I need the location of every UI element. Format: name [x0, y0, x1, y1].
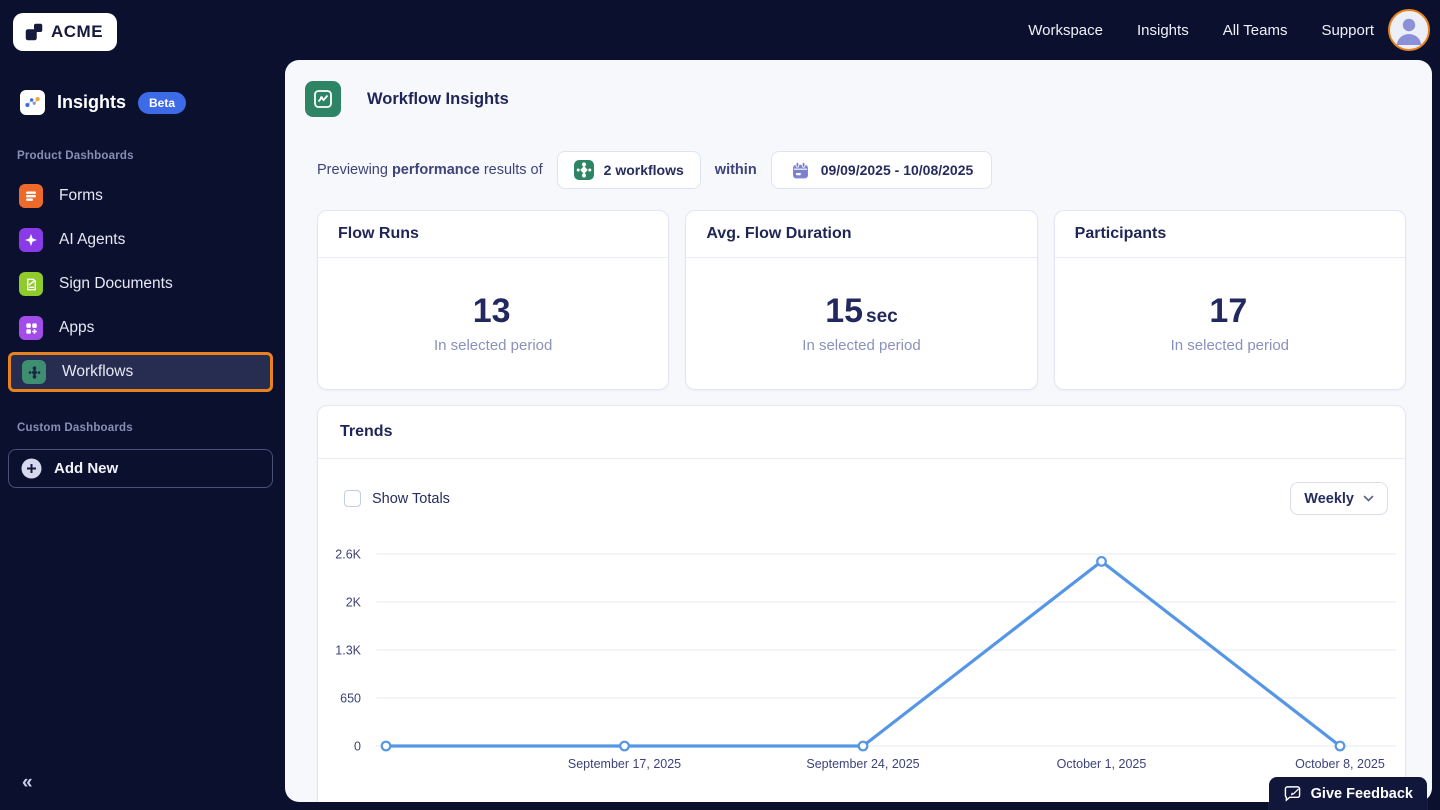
svg-text:October 1, 2025: October 1, 2025 [1057, 757, 1147, 771]
interval-value: Weekly [1304, 490, 1354, 507]
filter-row: Previewing performance results of 2 work… [317, 150, 993, 190]
stat-card-avg-flow-duration: Avg. Flow Duration 15 sec In selected per… [685, 210, 1038, 390]
workflows-chip-label: 2 workflows [603, 162, 684, 178]
sidebar-item-label: Apps [59, 319, 95, 336]
svg-text:October 8, 2025: October 8, 2025 [1295, 757, 1385, 771]
stat-caption: In selected period [1170, 337, 1290, 354]
workflows-chip-icon [573, 160, 594, 180]
line-chart-svg: 0 650 1.3K 2K 2.6K September 17, 2025 Septembe… [335, 548, 1396, 771]
give-feedback-label: Give Feedback [1310, 785, 1413, 802]
stat-card-participants: Participants 17 In selected period [1053, 210, 1406, 390]
stat-value: 13 [472, 292, 511, 330]
add-new-label: Add New [54, 460, 119, 477]
section-label-product-dashboards: Product Dashboards [17, 150, 134, 162]
give-feedback-button[interactable]: Give Feedback [1268, 777, 1427, 810]
insights-scatter-icon [20, 90, 45, 115]
svg-text:1.3K: 1.3K [335, 644, 361, 658]
stat-value: 17 [1209, 292, 1248, 330]
sidebar-item-apps[interactable]: Apps [8, 308, 273, 348]
apps-icon [19, 316, 43, 340]
stat-card-title: Participants [1054, 211, 1405, 258]
svg-text:September 17, 2025: September 17, 2025 [568, 757, 681, 771]
stat-card-title: Avg. Flow Duration [686, 211, 1037, 258]
show-totals-toggle[interactable]: Show Totals [344, 490, 450, 507]
stat-caption: In selected period [802, 337, 921, 354]
forms-icon [19, 184, 43, 208]
page-header: Workflow Insights [305, 81, 509, 117]
beta-badge: Beta [138, 91, 187, 114]
app-title: Insights [57, 92, 127, 112]
trends-line-chart: 0 650 1.3K 2K 2.6K September 17, 2025 Septembe… [318, 541, 1407, 781]
sidebar: ACME Insights Beta Product Dashboards Fo… [0, 0, 285, 810]
trends-card: Trends Show Totals Weekly 0 650 1.3K 2K 2.6K… [317, 405, 1406, 802]
sidebar-item-label: Workflows [62, 363, 134, 380]
svg-text:0: 0 [354, 740, 361, 754]
filter-description: Previewing performance results of [317, 162, 543, 178]
workflow-insights-icon [305, 81, 341, 117]
page-title: Workflow Insights [367, 89, 509, 108]
svg-text:September 24, 2025: September 24, 2025 [806, 757, 919, 771]
show-totals-label: Show Totals [372, 490, 450, 507]
svg-text:2.6K: 2.6K [335, 548, 361, 562]
calendar-icon [790, 160, 811, 181]
nav-support[interactable]: Support [1321, 22, 1374, 39]
date-range-label: 09/09/2025 - 10/08/2025 [820, 162, 974, 178]
workflows-icon [22, 360, 46, 384]
add-new-button[interactable]: Add New [8, 449, 273, 488]
workflows-selector-chip[interactable]: 2 workflows [556, 151, 701, 189]
avatar[interactable] [1388, 9, 1430, 51]
stat-caption: In selected period [433, 337, 553, 354]
stat-value: 15 sec [825, 292, 898, 330]
topbar: Workspace Insights All Teams Support [0, 0, 1440, 60]
sidebar-item-ai-agents[interactable]: AI Agents [8, 220, 273, 260]
sidebar-item-label: Forms [59, 187, 103, 204]
ai-agents-icon [19, 228, 43, 252]
svg-text:650: 650 [340, 692, 361, 706]
sidebar-item-workflows[interactable]: Workflows [8, 352, 273, 392]
sidebar-item-label: Sign Documents [59, 275, 173, 292]
insights-app-header: Insights Beta [20, 90, 187, 115]
interval-dropdown[interactable]: Weekly [1290, 482, 1388, 515]
nav-insights[interactable]: Insights [1137, 22, 1189, 39]
sign-documents-icon [19, 272, 43, 296]
person-icon [1397, 18, 1421, 45]
stat-card-title: Flow Runs [318, 211, 669, 258]
nav-all-teams[interactable]: All Teams [1223, 22, 1288, 39]
feedback-icon [1284, 786, 1300, 802]
svg-text:2K: 2K [346, 596, 362, 610]
date-range-selector[interactable]: 09/09/2025 - 10/08/2025 [770, 151, 993, 189]
show-totals-checkbox[interactable] [344, 490, 361, 507]
stats-row: Flow Runs 13 In selected period Avg. Flo… [317, 210, 1406, 390]
content-panel: Workflow Insights Previewing performance… [285, 60, 1432, 802]
nav-workspace[interactable]: Workspace [1028, 22, 1103, 39]
stat-card-flow-runs: Flow Runs 13 In selected period [317, 210, 670, 390]
collapse-sidebar-icon[interactable]: « [22, 772, 33, 794]
section-label-custom-dashboards: Custom Dashboards [17, 422, 133, 434]
plus-icon [21, 458, 42, 479]
sidebar-item-forms[interactable]: Forms [8, 176, 273, 216]
sidebar-item-sign-documents[interactable]: Sign Documents [8, 264, 273, 304]
top-navigation: Workspace Insights All Teams Support [1028, 0, 1374, 60]
filter-within-text: within [714, 162, 757, 178]
chevron-down-icon [1363, 495, 1374, 502]
trends-title: Trends [318, 406, 1405, 459]
sidebar-item-label: AI Agents [59, 231, 126, 248]
